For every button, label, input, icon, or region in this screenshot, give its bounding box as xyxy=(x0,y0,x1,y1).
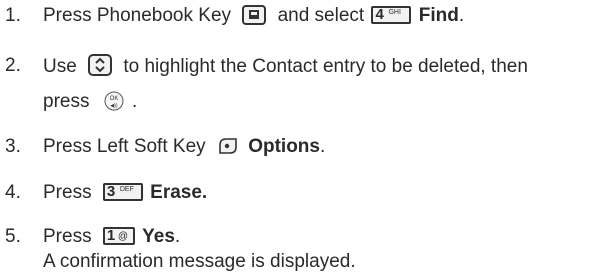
step-note: A confirmation message is displayed. xyxy=(43,251,356,272)
step-text: Press Phonebook Key and select 4 GHI Fin… xyxy=(43,4,464,28)
ok-key-icon: OK ◀)) xyxy=(104,91,124,111)
step-text-fragment: . xyxy=(174,226,181,247)
step-action-label: Find xyxy=(418,5,459,26)
step-text-fragment: Press Left Soft Key xyxy=(43,136,206,157)
key-symbol: @ xyxy=(117,231,129,242)
step-number: 4. xyxy=(5,182,21,203)
key-digit: 3 xyxy=(106,183,116,200)
step-text-fragment: Press xyxy=(43,226,92,247)
step-text-fragment: to highlight the Contact entry to be del… xyxy=(123,56,528,77)
step-text: Press Left Soft Key Options. xyxy=(43,135,325,159)
step-text-fragment: press xyxy=(43,91,90,112)
left-soft-key-icon xyxy=(219,138,237,154)
step-text-fragment: Press Phonebook Key xyxy=(43,5,232,26)
step-text: Press 1 @ Yes. xyxy=(43,225,180,249)
key-letters: GHI xyxy=(388,9,401,16)
step-number: 5. xyxy=(5,226,21,247)
step-text-fragment: . xyxy=(319,136,326,157)
step-action-label: Options xyxy=(248,136,320,157)
step-text-fragment: Use xyxy=(43,56,77,77)
key-letters: DEF xyxy=(119,186,134,193)
step-action-label: Erase. xyxy=(150,182,208,203)
step-text: Press 3 DEF Erase. xyxy=(43,181,207,205)
key-digit: 4 xyxy=(375,6,384,23)
four-ghi-key-icon: 4 GHI xyxy=(371,6,412,24)
step-text-fragment: . xyxy=(132,91,138,112)
step-text-fragment: . xyxy=(458,5,465,26)
step-number: 2. xyxy=(5,55,21,76)
step-text: Use to highlight the Contact entry to be… xyxy=(43,54,528,79)
one-key-icon: 1 @ xyxy=(102,227,135,245)
nav-key-icon xyxy=(88,54,113,76)
three-def-key-icon: 3 DEF xyxy=(102,183,143,201)
svg-text:◀)): ◀)) xyxy=(110,103,118,109)
phonebook-key-icon xyxy=(242,5,267,25)
step-text-fragment: and select xyxy=(277,5,365,26)
step-text: press OK ◀)) . xyxy=(43,90,137,114)
key-digit: 1 xyxy=(106,227,116,244)
step-number: 3. xyxy=(5,136,21,157)
step-text-fragment: Press xyxy=(43,182,92,203)
svg-text:OK: OK xyxy=(109,96,118,102)
step-number: 1. xyxy=(5,5,21,26)
step-action-label: Yes xyxy=(142,226,175,247)
